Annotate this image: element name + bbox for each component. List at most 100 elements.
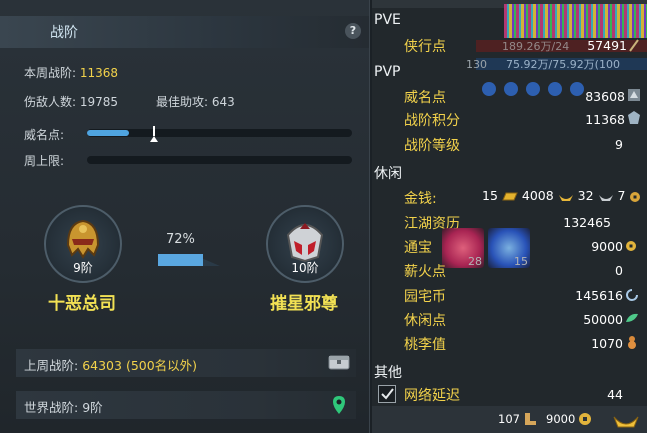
silver-ingot-icon	[598, 194, 613, 201]
firework-tile-icon: 28	[442, 228, 484, 268]
orb	[526, 82, 540, 96]
rank-progress-fill	[158, 254, 203, 266]
network-delay-checkbox[interactable]	[378, 385, 396, 403]
prestige-label: 威名点:	[24, 128, 65, 142]
bottom-currency: 9000	[546, 412, 576, 426]
sword-icon	[629, 39, 639, 52]
chest-icon[interactable]	[328, 353, 350, 371]
leisure-item-label-tongbao: 通宝	[404, 240, 432, 256]
other-section-title: 其他	[374, 365, 402, 381]
leisure-item-label-peach: 桃李值	[404, 337, 446, 353]
level-badge: 130	[466, 58, 487, 71]
prestige-marker	[153, 126, 155, 136]
leisure-item-value-peach: 1070	[591, 336, 623, 351]
pvp-item-value-prestige: 83608	[585, 89, 625, 104]
prestige-bar-fill	[87, 130, 129, 136]
network-delay-label: 网络延迟	[404, 388, 460, 404]
prestige-bar	[87, 126, 352, 142]
currency-panel: 189.26万/24 75.92万/75.92万(100 130 PVE 侠行点…	[372, 0, 647, 433]
next-rank-name: 摧星邪尊	[270, 294, 338, 314]
firework-tile-icon-blue: 15	[488, 228, 530, 268]
leisure-item-value-flame: 0	[615, 263, 623, 278]
weekly-cap-bar	[87, 156, 352, 164]
leisure-item-value-experience: 132465	[563, 215, 611, 230]
gourd-icon	[628, 336, 636, 349]
demon-mask-icon	[286, 223, 324, 263]
pvp-section-title: PVP	[374, 64, 401, 80]
tongbao-coin-icon	[626, 241, 636, 251]
orb	[504, 82, 518, 96]
rank-progress-percent: 72%	[166, 232, 195, 247]
pvp-item-label-level: 战阶等级	[404, 138, 460, 154]
current-rank-name: 十恶总司	[48, 294, 116, 314]
gold-bar-amount: 15	[482, 188, 498, 203]
check-icon	[381, 388, 394, 400]
weekly-cap-label: 周上限:	[24, 154, 65, 168]
pve-item-value: 57491	[587, 38, 627, 53]
rank-crest-icon	[628, 111, 640, 124]
mp-bar: 75.92万/75.92万(100	[476, 58, 647, 71]
silver-amount: 32	[577, 188, 594, 203]
last-week-strip: 上周战阶: 64303 (500名以外)	[16, 349, 356, 377]
home-coin-icon	[626, 289, 638, 301]
rank-panel: 战阶 ? 本周战阶: 11368 伤敌人数: 19785 最佳助攻: 643 威…	[0, 0, 370, 433]
bottom-count: 107	[498, 412, 520, 426]
coin-icon	[579, 413, 591, 425]
leisure-item-value-home: 145616	[575, 288, 623, 303]
pve-section-title: PVE	[374, 12, 401, 28]
pvp-item-label-prestige: 威名点	[404, 90, 446, 106]
pvp-item-value-level: 9	[615, 137, 623, 152]
next-rank-level: 10阶	[291, 261, 319, 275]
next-rank-badge[interactable]: 10阶	[266, 205, 344, 283]
hp-text: 189.26万/24	[502, 40, 570, 53]
mp-text: 75.92万/75.92万(100	[506, 58, 620, 71]
weekly-rank-label: 本周战阶:	[24, 66, 77, 80]
tile-count-2: 15	[514, 255, 528, 268]
copper-amount: 7	[617, 188, 626, 203]
assists-value: 643	[211, 95, 235, 109]
leisure-item-label-flame: 薪火点	[404, 264, 446, 280]
world-rank-row: 世界战阶: 9阶	[24, 397, 103, 416]
orb	[482, 82, 496, 96]
leisure-item-label-leisure: 休闲点	[404, 313, 446, 329]
money-row: 15 4008 32 7	[482, 188, 641, 204]
last-week-label: 上周战阶:	[24, 358, 79, 373]
leisure-item-value-tongbao: 9000	[591, 239, 623, 254]
leisure-section-title: 休闲	[374, 166, 402, 182]
gold-ingot-icon	[558, 194, 573, 201]
last-week-row: 上周战阶: 64303 (500名以外)	[24, 355, 197, 374]
kills-value: 19785	[79, 95, 119, 109]
copper-coin-icon	[630, 191, 641, 202]
network-delay-value: 44	[607, 387, 623, 402]
help-icon[interactable]: ?	[345, 23, 361, 39]
map-pin-icon[interactable]	[332, 395, 346, 415]
gold-ingot-amount: 4008	[521, 188, 554, 203]
pvp-item-value-points: 11368	[585, 112, 625, 127]
world-rank-value: 9阶	[82, 400, 103, 415]
prestige-icon	[628, 89, 640, 101]
gold-ingot-shop-icon[interactable]	[612, 409, 640, 429]
panel-title: 战阶	[50, 25, 78, 41]
world-rank-strip: 世界战阶: 9阶	[16, 391, 356, 419]
tile-count-1: 28	[468, 255, 482, 268]
current-rank-level: 9阶	[73, 261, 93, 275]
orb	[548, 82, 562, 96]
leisure-item-value-leisure: 50000	[583, 312, 623, 327]
pvp-item-label-points: 战阶积分	[404, 113, 460, 129]
gold-bar-icon	[502, 192, 518, 200]
boot-icon[interactable]	[522, 411, 538, 427]
current-rank-badge[interactable]: 9阶	[44, 205, 122, 283]
bottom-bar: 107 9000	[372, 406, 647, 433]
kills-label: 伤敌人数:	[24, 95, 77, 109]
weekly-rank-value: 11368	[79, 66, 119, 80]
kills-row: 伤敌人数: 19785	[24, 93, 118, 110]
assists-label: 最佳助攻:	[156, 95, 209, 109]
orb	[570, 82, 584, 96]
buff-icon-strip	[504, 4, 647, 38]
prestige-marker-arrow	[150, 136, 158, 142]
last-week-value: 64303 (500名以外)	[82, 358, 198, 373]
assists-row: 最佳助攻: 643	[156, 93, 235, 110]
helmet-icon	[66, 219, 100, 259]
leisure-item-label-home: 园宅币	[404, 289, 446, 305]
leaf-icon	[626, 313, 638, 322]
